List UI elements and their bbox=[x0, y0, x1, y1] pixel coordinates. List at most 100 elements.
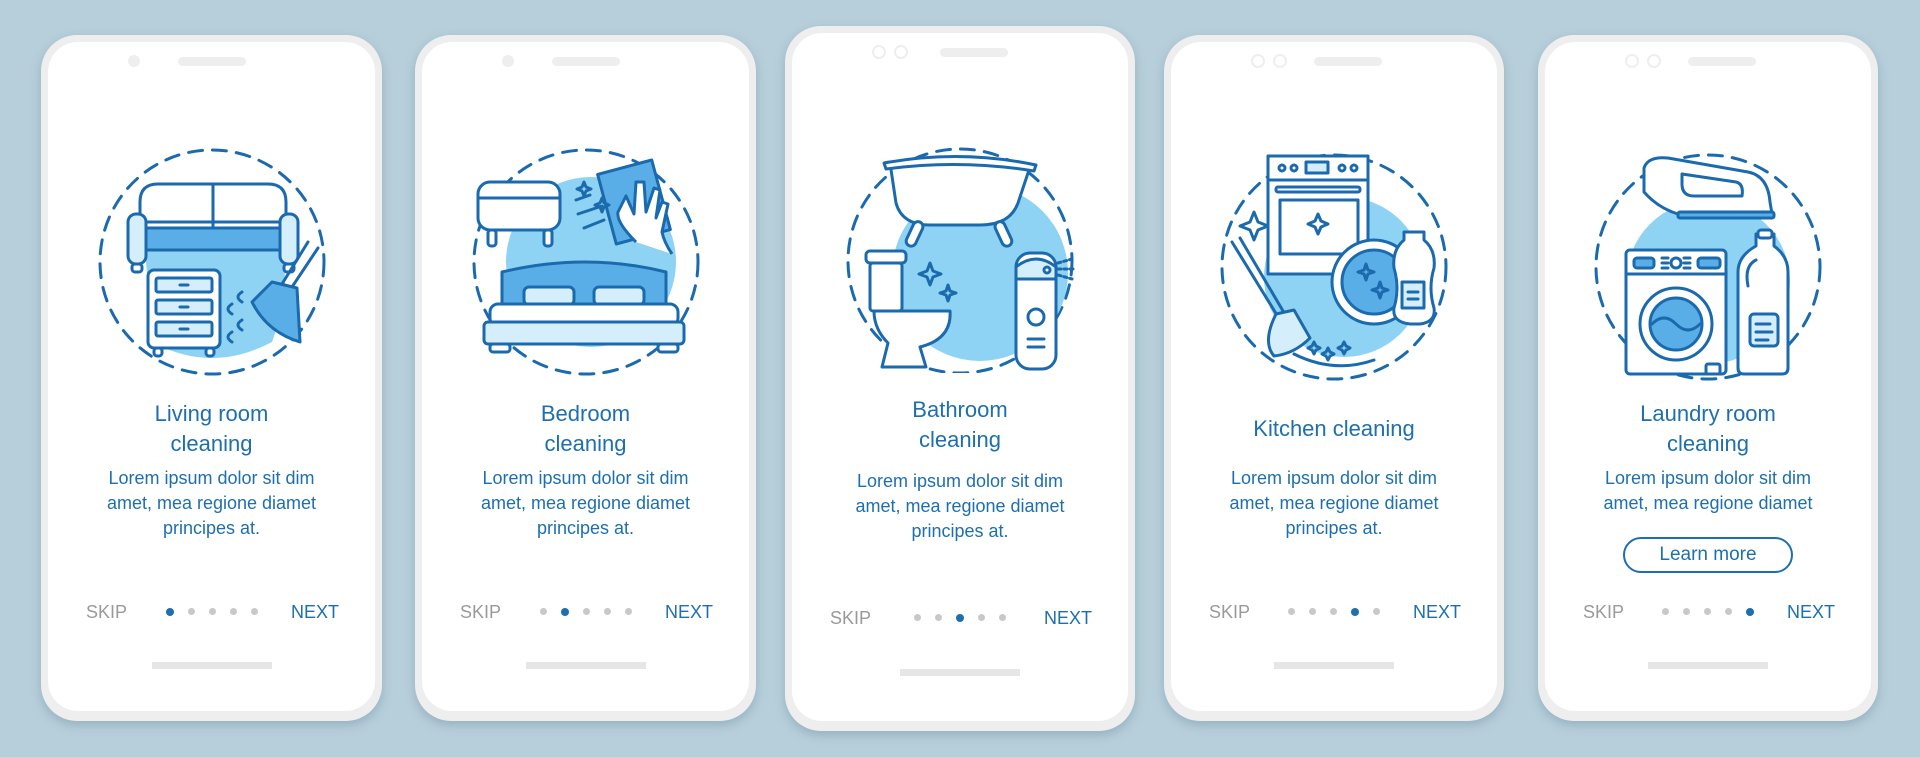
title-line: Laundry room bbox=[1640, 401, 1776, 426]
kitchen-icon bbox=[1220, 153, 1448, 381]
page-dot-active[interactable] bbox=[165, 608, 174, 616]
page-dot[interactable] bbox=[1288, 608, 1295, 615]
description-line: amet, mea regione diamet bbox=[1603, 493, 1813, 513]
bathroom-icon bbox=[846, 147, 1076, 373]
page-dot[interactable] bbox=[1683, 608, 1690, 615]
page-dot-active[interactable] bbox=[1351, 608, 1359, 616]
living-room-icon bbox=[98, 148, 325, 376]
onboarding-nav: SKIP NEXT bbox=[48, 600, 375, 624]
page-dot[interactable] bbox=[1309, 608, 1316, 615]
description-line: amet, mea regione diamet bbox=[1229, 493, 1439, 513]
description-line: principes at. bbox=[1285, 518, 1383, 538]
home-indicator bbox=[1648, 662, 1768, 669]
speaker-grille bbox=[551, 57, 620, 66]
onboarding-screen-living-room: Living room cleaning Lorem ipsum dolor s… bbox=[41, 35, 382, 721]
description-line: Lorem ipsum dolor sit dim bbox=[1604, 468, 1812, 488]
sensor-icon bbox=[1273, 54, 1287, 68]
page-dot-active[interactable] bbox=[560, 608, 569, 616]
learn-more-button[interactable]: Learn more bbox=[1623, 537, 1793, 573]
title-line: cleaning bbox=[1667, 431, 1749, 456]
title-line: cleaning bbox=[544, 431, 627, 456]
phone-screen: Bathroom cleaning Lorem ipsum dolor sit … bbox=[792, 33, 1128, 721]
home-indicator bbox=[525, 662, 646, 669]
screen-title: Laundry room cleaning bbox=[1545, 399, 1871, 459]
page-indicator bbox=[165, 608, 258, 616]
page-dot[interactable] bbox=[1662, 608, 1669, 615]
page-dot[interactable] bbox=[624, 608, 632, 615]
page-dot[interactable] bbox=[208, 608, 216, 615]
page-dot[interactable] bbox=[935, 614, 942, 621]
skip-button[interactable]: SKIP bbox=[1583, 600, 1624, 624]
skip-button[interactable]: SKIP bbox=[1209, 600, 1250, 624]
next-button[interactable]: NEXT bbox=[1413, 600, 1461, 624]
page-indicator bbox=[914, 614, 1006, 622]
phone-screen: Kitchen cleaning Lorem ipsum dolor sit d… bbox=[1171, 42, 1497, 711]
sensor-icon bbox=[894, 45, 908, 59]
page-dot[interactable] bbox=[1704, 608, 1711, 615]
skip-button[interactable]: SKIP bbox=[830, 606, 871, 630]
onboarding-screen-bathroom: Bathroom cleaning Lorem ipsum dolor sit … bbox=[785, 26, 1135, 731]
screen-title: Kitchen cleaning bbox=[1171, 414, 1497, 444]
skip-button[interactable]: SKIP bbox=[460, 600, 501, 624]
next-button[interactable]: NEXT bbox=[665, 600, 713, 624]
onboarding-screen-kitchen: Kitchen cleaning Lorem ipsum dolor sit d… bbox=[1164, 35, 1504, 721]
description-line: principes at. bbox=[162, 518, 261, 538]
phone-screen: Laundry room cleaning Lorem ipsum dolor … bbox=[1545, 42, 1871, 711]
screen-description: Lorem ipsum dolor sit dim amet, mea regi… bbox=[792, 469, 1128, 544]
page-dot[interactable] bbox=[1725, 608, 1732, 615]
description-line: Lorem ipsum dolor sit dim bbox=[1230, 468, 1438, 488]
screen-title: Bathroom cleaning bbox=[792, 395, 1128, 455]
description-line: principes at. bbox=[536, 518, 635, 538]
home-indicator bbox=[151, 662, 272, 669]
next-button[interactable]: NEXT bbox=[291, 600, 339, 624]
speaker-grille bbox=[177, 57, 246, 66]
page-dot-active[interactable] bbox=[1746, 608, 1754, 616]
title-line: cleaning bbox=[919, 427, 1001, 452]
page-dot[interactable] bbox=[999, 614, 1006, 621]
speaker-grille bbox=[1314, 57, 1382, 66]
screen-title: Bedroom cleaning bbox=[422, 399, 749, 459]
onboarding-screen-laundry: Laundry room cleaning Lorem ipsum dolor … bbox=[1538, 35, 1878, 721]
camera-icon bbox=[1251, 54, 1265, 68]
home-indicator bbox=[1274, 662, 1394, 669]
next-button[interactable]: NEXT bbox=[1787, 600, 1835, 624]
onboarding-nav: SKIP NEXT bbox=[1171, 600, 1497, 624]
page-dot[interactable] bbox=[250, 608, 258, 615]
home-indicator bbox=[900, 669, 1020, 676]
description-line: amet, mea regione diamet bbox=[106, 493, 317, 513]
next-button[interactable]: NEXT bbox=[1044, 606, 1092, 630]
sensor-icon bbox=[1647, 54, 1661, 68]
page-indicator bbox=[1288, 608, 1380, 616]
description-line: amet, mea regione diamet bbox=[855, 496, 1065, 516]
screen-description: Lorem ipsum dolor sit dim amet, mea regi… bbox=[1171, 466, 1497, 541]
page-dot[interactable] bbox=[229, 608, 237, 615]
page-dot[interactable] bbox=[1373, 608, 1380, 615]
page-dot[interactable] bbox=[187, 608, 195, 615]
page-dot[interactable] bbox=[978, 614, 985, 621]
onboarding-nav: SKIP NEXT bbox=[422, 600, 749, 624]
bedroom-icon bbox=[472, 148, 699, 376]
screen-title: Living room cleaning bbox=[48, 399, 375, 459]
description-line: principes at. bbox=[911, 521, 1009, 541]
description-line: amet, mea regione diamet bbox=[480, 493, 691, 513]
camera-icon bbox=[502, 55, 514, 67]
page-dot[interactable] bbox=[1330, 608, 1337, 615]
description-line: Lorem ipsum dolor sit dim bbox=[108, 468, 315, 488]
description-line: Lorem ipsum dolor sit dim bbox=[482, 468, 689, 488]
laundry-icon bbox=[1594, 153, 1822, 381]
page-dot[interactable] bbox=[539, 608, 547, 615]
page-dot-active[interactable] bbox=[956, 614, 964, 622]
screen-description: Lorem ipsum dolor sit dim amet, mea regi… bbox=[422, 466, 749, 541]
title-line: Kitchen cleaning bbox=[1253, 416, 1415, 441]
page-indicator bbox=[1662, 608, 1754, 616]
phone-screen: Living room cleaning Lorem ipsum dolor s… bbox=[48, 42, 375, 711]
page-dot[interactable] bbox=[582, 608, 590, 615]
title-line: Bedroom bbox=[540, 401, 631, 426]
page-dot[interactable] bbox=[603, 608, 611, 615]
skip-button[interactable]: SKIP bbox=[86, 600, 127, 624]
camera-icon bbox=[1625, 54, 1639, 68]
description-line: Lorem ipsum dolor sit dim bbox=[856, 471, 1064, 491]
camera-icon bbox=[128, 55, 140, 67]
page-dot[interactable] bbox=[914, 614, 921, 621]
phone-screen: Bedroom cleaning Lorem ipsum dolor sit d… bbox=[422, 42, 749, 711]
